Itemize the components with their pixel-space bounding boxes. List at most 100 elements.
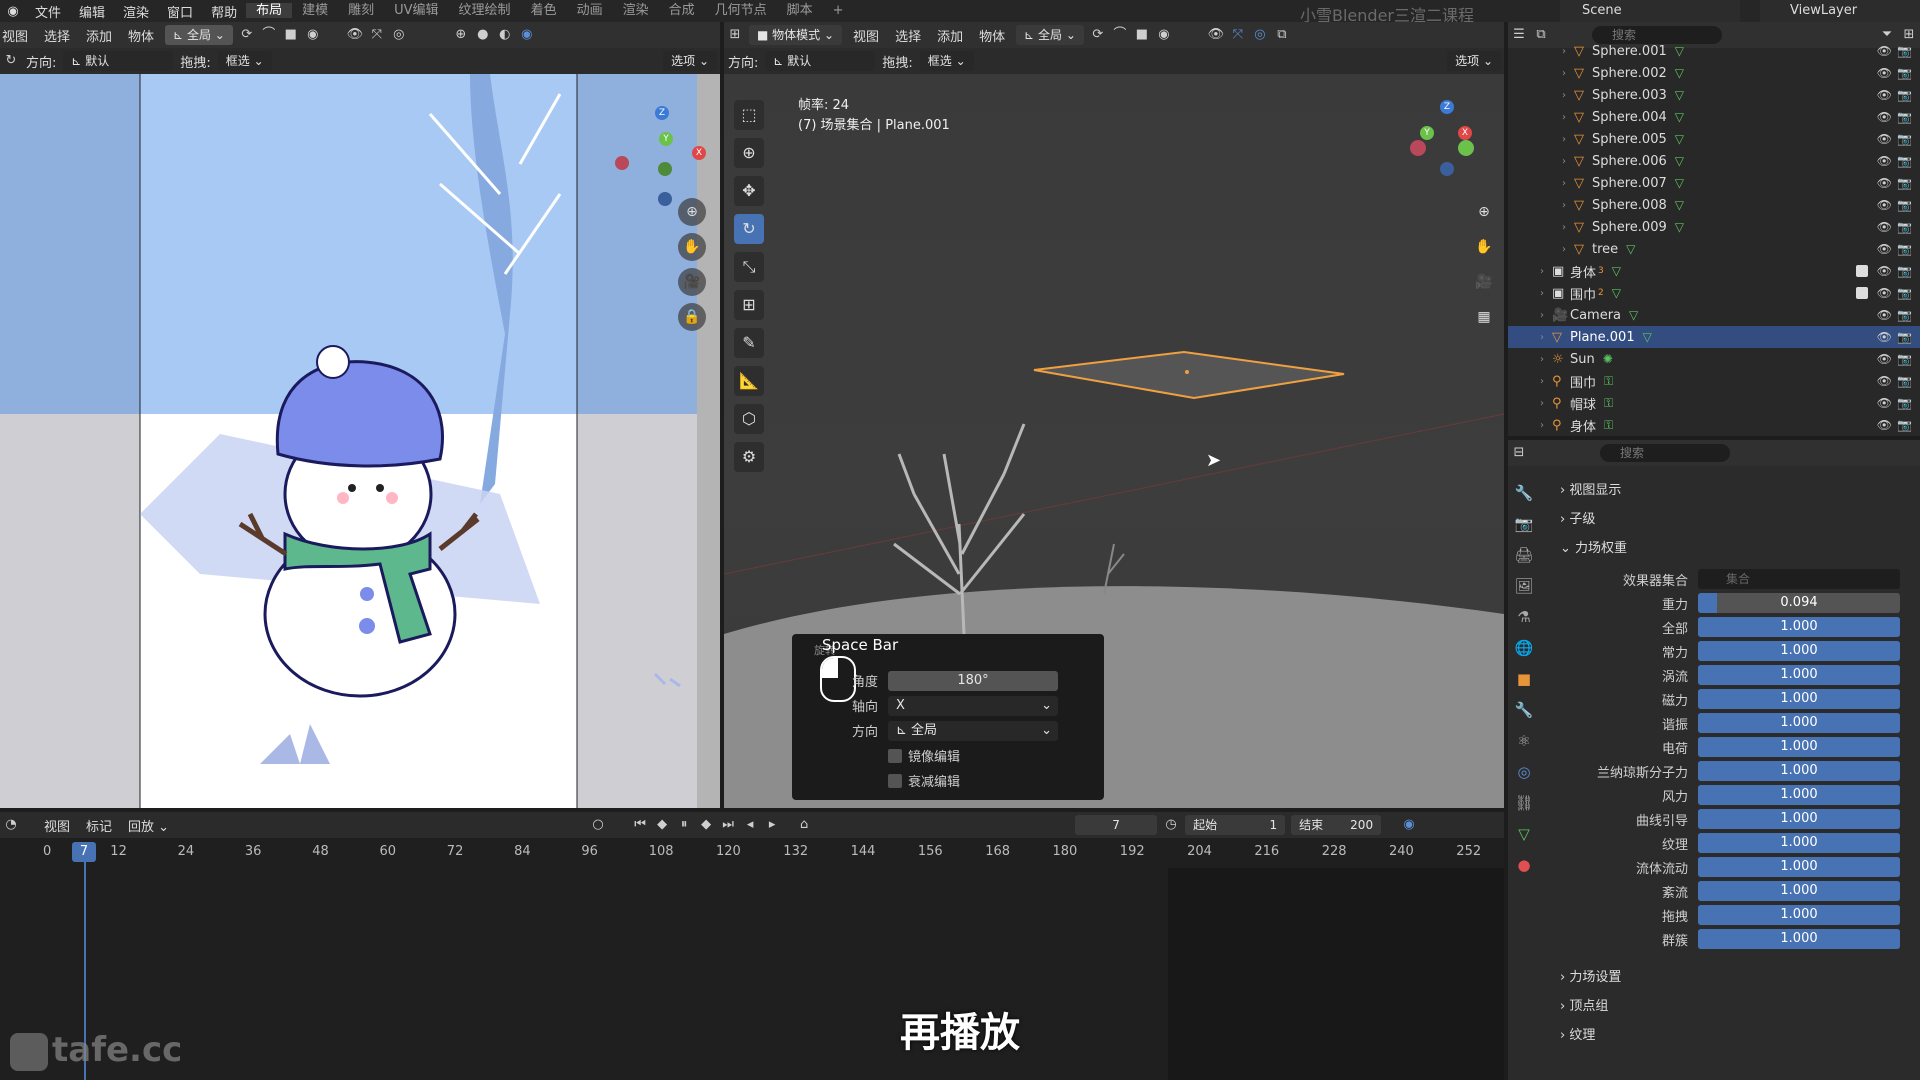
mesh-data-icon[interactable]: ▽ (1643, 330, 1652, 344)
timeline-overlay-icon[interactable]: ◉ (1398, 815, 1420, 835)
visibility-eye-icon[interactable]: 👁 (1877, 176, 1892, 190)
outliner-row[interactable]: › ▽ tree ▽ 👁 📷 (1508, 238, 1920, 260)
workspace-tab-7[interactable]: 渲染 (613, 3, 659, 18)
render-camera-icon[interactable]: 📷 (1897, 242, 1912, 256)
right-gizmo-icon[interactable]: ⤧ (1227, 25, 1249, 45)
visibility-eye-icon[interactable]: 👁 (1877, 110, 1892, 124)
current-frame-field[interactable]: 7 (1075, 815, 1158, 835)
left-zoom-icon[interactable]: ⊕ (678, 198, 706, 226)
left-menu-object[interactable]: 物体 (120, 26, 162, 45)
expand-arrow-icon[interactable]: › (1540, 398, 1552, 409)
expand-arrow-icon[interactable]: › (1540, 376, 1552, 387)
timeline-menu-playback[interactable]: 回放 ⌄ (120, 816, 177, 835)
mirror-check-icon[interactable] (888, 748, 902, 763)
left-axis-y-icon[interactable]: Y (659, 132, 673, 146)
expand-arrow-icon[interactable]: › (1562, 112, 1574, 123)
field-weight-slider[interactable]: 1.000 (1698, 809, 1900, 829)
view-layer-selector[interactable]: ViewLayer (1760, 0, 1920, 22)
falloff-check-icon[interactable] (888, 773, 902, 788)
right-axis-z-icon[interactable]: Z (1440, 100, 1454, 114)
outliner-row[interactable]: › ⚲ 身体 ⚿ 👁 📷 (1508, 414, 1920, 436)
outliner-row[interactable]: › 🎥 Camera ▽ 👁 📷 (1508, 304, 1920, 326)
scene-selector[interactable]: Scene (1560, 0, 1740, 22)
right-menu-select[interactable]: 选择 (887, 26, 929, 45)
left-camera-icon[interactable]: 🎥 (678, 268, 706, 296)
right-ortho-icon[interactable]: ▦ (1470, 303, 1498, 331)
section-viewport-display[interactable]: › 视图显示 (1548, 476, 1920, 505)
outliner-row[interactable]: › ▽ Sphere.001 ▽ 👁 📷 (1508, 40, 1920, 62)
pause-icon[interactable]: ⏸ (673, 815, 695, 835)
next-keyframe-icon[interactable]: ◆ (695, 815, 717, 835)
workspace-tab-0[interactable]: 布局 (246, 3, 293, 18)
mesh-data-icon[interactable]: ▽ (1675, 154, 1684, 168)
visibility-eye-icon[interactable]: 👁 (1877, 352, 1892, 366)
outliner-row[interactable]: › ⚲ 帽球 ⚿ 👁 📷 (1508, 392, 1920, 414)
visibility-eye-icon[interactable]: 👁 (1877, 242, 1892, 256)
visibility-eye-icon[interactable]: 👁 (1877, 66, 1892, 80)
left-pivot-icon[interactable]: ⟳ (236, 25, 258, 45)
visibility-eye-icon[interactable]: 👁 (1877, 418, 1892, 432)
timeline-ruler[interactable]: 0 12 24 36 48 60 72 84 96 108 120 132 144 156 168 180 19… (0, 842, 1504, 864)
left-options-button[interactable]: 选项 ⌄ (663, 51, 717, 71)
visibility-eye-icon[interactable]: 👁 (1877, 154, 1892, 168)
left-nav-gizmo[interactable]: Z X Y (612, 96, 706, 206)
expand-arrow-icon[interactable]: › (1562, 46, 1574, 57)
end-frame-field[interactable]: 结束 200 (1291, 815, 1382, 835)
mesh-data-icon[interactable]: ▽ (1675, 44, 1684, 58)
render-camera-icon[interactable]: 📷 (1897, 220, 1912, 234)
field-weight-slider[interactable]: 1.000 (1698, 833, 1900, 853)
expand-arrow-icon[interactable]: › (1540, 288, 1552, 299)
right-camera-icon[interactable]: 🎥 (1470, 268, 1498, 296)
expand-arrow-icon[interactable]: › (1540, 332, 1552, 343)
outliner-row[interactable]: › ▽ Sphere.002 ▽ 👁 📷 (1508, 62, 1920, 84)
left-rotate-tool-icon[interactable]: ↻ (0, 51, 22, 71)
visibility-eye-icon[interactable]: 👁 (1877, 308, 1892, 322)
render-camera-icon[interactable]: 📷 (1897, 88, 1912, 102)
right-axis-y-icon[interactable]: Y (1420, 126, 1434, 140)
editor-type-icon[interactable]: ⊞ (724, 25, 746, 45)
right-orientation-dropdown[interactable]: ⊾ 默认 (765, 51, 876, 71)
add-cube-icon[interactable]: ⬡ (734, 404, 764, 434)
render-camera-icon[interactable]: 📷 (1897, 396, 1912, 410)
left-overlay-icon[interactable]: ◎ (388, 25, 410, 45)
prev-frame-icon[interactable]: ◂ (739, 815, 761, 835)
field-weight-slider[interactable]: 1.000 (1698, 713, 1900, 733)
render-camera-icon[interactable]: 📷 (1897, 66, 1912, 80)
top-menu-2[interactable]: 渲染 (114, 6, 158, 21)
left-axis-x-icon[interactable]: X (692, 146, 706, 160)
section-vertex-groups[interactable]: › 顶点组 (1548, 992, 1920, 1021)
left-visibility-icon[interactable]: 👁 (344, 25, 366, 45)
right-snap-target-icon[interactable]: ■ (1131, 25, 1153, 45)
material-tab-icon[interactable]: ● (1508, 850, 1540, 881)
expand-arrow-icon[interactable]: › (1540, 420, 1552, 431)
constraints-tab-icon[interactable]: ⛓ (1508, 788, 1540, 819)
workspace-tab-5[interactable]: 着色 (521, 3, 567, 18)
render-camera-icon[interactable]: 📷 (1897, 330, 1912, 344)
render-camera-icon[interactable]: 📷 (1897, 198, 1912, 212)
right-overlay-icon[interactable]: ◎ (1249, 25, 1271, 45)
mesh-data-icon[interactable]: ▽ (1612, 286, 1621, 300)
next-frame-icon[interactable]: ▸ (761, 815, 783, 835)
top-menu-3[interactable]: 窗口 (158, 6, 202, 21)
render-camera-icon[interactable]: 📷 (1897, 264, 1912, 278)
outliner-row[interactable]: › ▽ Sphere.003 ▽ 👁 📷 (1508, 84, 1920, 106)
include-checkbox[interactable] (1856, 265, 1868, 277)
workspace-tab-6[interactable]: 动画 (567, 3, 613, 18)
render-camera-icon[interactable]: 📷 (1897, 308, 1912, 322)
render-camera-icon[interactable]: 📷 (1897, 374, 1912, 388)
render-camera-icon[interactable]: 📷 (1897, 110, 1912, 124)
visibility-eye-icon[interactable]: 👁 (1877, 132, 1892, 146)
field-weight-slider[interactable]: 1.000 (1698, 857, 1900, 877)
outliner-row[interactable]: › ▽ Sphere.006 ▽ 👁 📷 (1508, 150, 1920, 172)
falloff-checkbox[interactable]: 衰减编辑 (792, 768, 1058, 793)
mesh-data-icon[interactable]: ▽ (1629, 308, 1638, 322)
section-texture[interactable]: › 纹理 (1548, 1021, 1920, 1050)
output-tab-icon[interactable]: 🖨 (1508, 540, 1540, 571)
outliner-row[interactable]: › ⚲ 围巾 ⚿ 👁 📷 (1508, 370, 1920, 392)
outliner-row[interactable]: › ▽ Sphere.004 ▽ 👁 📷 (1508, 106, 1920, 128)
rotate-icon[interactable]: ↻ (734, 214, 764, 244)
scale-icon[interactable]: ⤡ (734, 252, 764, 282)
select-box-icon[interactable]: ⬚ (734, 100, 764, 130)
world-tab-icon[interactable]: 🌐 (1508, 633, 1540, 664)
expand-arrow-icon[interactable]: › (1562, 222, 1574, 233)
